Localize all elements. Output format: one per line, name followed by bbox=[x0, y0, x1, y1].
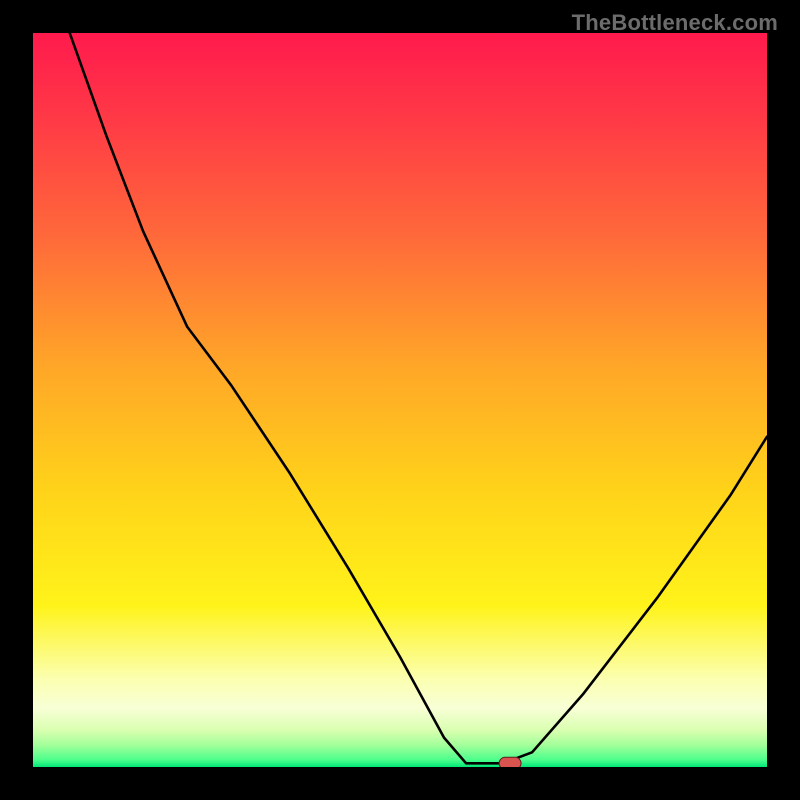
chart-frame: TheBottleneck.com bbox=[0, 0, 800, 800]
optimal-point-marker bbox=[499, 757, 521, 767]
bottleneck-curve bbox=[33, 33, 767, 767]
watermark: TheBottleneck.com bbox=[572, 10, 778, 36]
plot-area bbox=[33, 33, 767, 767]
